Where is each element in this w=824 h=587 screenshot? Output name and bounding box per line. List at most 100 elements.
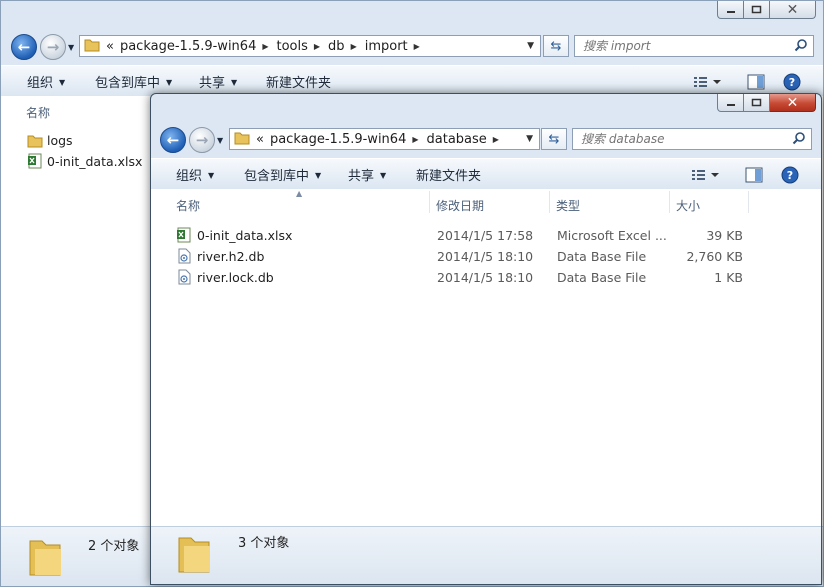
chevron-right-icon[interactable]: ▶: [414, 42, 420, 51]
arrow-right-icon: →: [46, 38, 60, 56]
address-dropdown-icon[interactable]: ▼: [527, 41, 534, 51]
column-divider[interactable]: [429, 191, 430, 213]
file-name: river.lock.db: [197, 269, 274, 285]
view-options-icon[interactable]: [693, 75, 723, 92]
column-header-name[interactable]: 名称: [26, 104, 50, 121]
folder-icon: [84, 37, 100, 56]
file-type: Data Base File: [557, 269, 647, 285]
column-divider[interactable]: [748, 191, 749, 213]
chevron-right-icon[interactable]: ▶: [351, 42, 357, 51]
table-row[interactable]: river.h2.db 2014/1/5 18:10 Data Base Fil…: [176, 246, 746, 266]
breadcrumb-item[interactable]: tools: [277, 39, 308, 54]
back-button[interactable]: ←: [11, 34, 37, 60]
maximize-button[interactable]: [744, 1, 770, 19]
close-button[interactable]: ✕: [770, 1, 816, 19]
organize-menu[interactable]: 组织 ▼: [176, 165, 214, 184]
column-header-modified[interactable]: 修改日期: [436, 197, 484, 214]
breadcrumb-item[interactable]: import: [365, 39, 408, 54]
organize-menu[interactable]: 组织 ▼: [27, 72, 65, 91]
command-bar: 组织 ▼ 包含到库中 ▼ 共享 ▼ 新建文件夹 ?: [151, 158, 821, 190]
search-box[interactable]: [574, 35, 814, 57]
arrow-left-icon: ←: [17, 38, 31, 56]
breadcrumb-item[interactable]: package-1.5.9-win64: [120, 39, 256, 54]
minimize-button[interactable]: [717, 1, 744, 19]
folder-icon: [234, 130, 250, 149]
preview-pane-icon[interactable]: [745, 167, 763, 186]
share-menu[interactable]: 共享 ▼: [199, 72, 237, 91]
close-icon: ✕: [786, 1, 799, 18]
include-library-label: 包含到库中: [95, 75, 161, 91]
column-header-name[interactable]: 名称: [176, 197, 200, 214]
help-icon[interactable]: ?: [783, 73, 801, 94]
include-in-library-menu[interactable]: 包含到库中 ▼: [95, 72, 172, 91]
preview-pane-icon[interactable]: [747, 74, 765, 93]
refresh-button[interactable]: ⇆: [543, 35, 569, 57]
column-header-type[interactable]: 类型: [556, 197, 580, 214]
list-item[interactable]: logs: [27, 130, 73, 150]
column-header-size[interactable]: 大小: [676, 197, 700, 214]
view-controls: ?: [691, 166, 799, 187]
navigation-bar: ← → ▼ « package-1.5.9-win64 ▶ tools ▶ db…: [1, 29, 823, 65]
table-row[interactable]: 0-init_data.xlsx 2014/1/5 17:58 Microsof…: [176, 225, 746, 245]
file-modified: 2014/1/5 17:58: [437, 227, 534, 243]
address-dropdown-icon[interactable]: ▼: [526, 134, 533, 144]
chevron-down-icon: ▼: [166, 77, 173, 87]
refresh-icon: ⇆: [550, 38, 562, 54]
recent-pages-dropdown[interactable]: ▼: [217, 136, 223, 145]
file-type: Microsoft Excel ...: [557, 227, 667, 243]
file-size: 1 KB: [714, 269, 743, 285]
list-item[interactable]: 0-init_data.xlsx: [27, 151, 142, 171]
minimize-icon: [726, 10, 735, 13]
view-controls: ?: [693, 73, 801, 94]
file-list-pane: ▲ 名称 修改日期 类型 大小 0-init_data.xlsx 2014/1/…: [151, 189, 821, 526]
folder-icon: [178, 537, 210, 573]
forward-button[interactable]: →: [40, 34, 66, 60]
view-options-icon[interactable]: [691, 168, 721, 185]
forward-button[interactable]: →: [189, 127, 215, 153]
close-button[interactable]: ✕: [770, 94, 816, 112]
search-input[interactable]: [575, 39, 813, 53]
help-icon[interactable]: ?: [781, 166, 799, 187]
db-file-icon: [178, 269, 191, 285]
maximize-button[interactable]: [744, 94, 770, 112]
restore-icon: [751, 5, 762, 14]
refresh-icon: ⇆: [548, 131, 560, 147]
file-size: 39 KB: [706, 227, 743, 243]
column-divider[interactable]: [669, 191, 670, 213]
excel-file-icon: [28, 153, 42, 169]
breadcrumb-overflow[interactable]: «: [256, 132, 264, 147]
window-controls: ✕: [717, 1, 816, 19]
back-button[interactable]: ←: [160, 127, 186, 153]
chevron-down-icon: ▼: [231, 77, 238, 87]
chevron-right-icon[interactable]: ▶: [412, 135, 418, 144]
svg-text:?: ?: [789, 76, 795, 89]
search-input[interactable]: [573, 132, 811, 146]
chevron-right-icon[interactable]: ▶: [493, 135, 499, 144]
recent-pages-dropdown[interactable]: ▼: [68, 43, 74, 52]
new-folder-button[interactable]: 新建文件夹: [266, 72, 331, 91]
file-name: river.h2.db: [197, 248, 265, 264]
chevron-down-icon: ▼: [208, 170, 215, 180]
search-box[interactable]: [572, 128, 812, 150]
svg-text:?: ?: [787, 169, 793, 182]
breadcrumb-item[interactable]: database: [427, 132, 487, 147]
address-bar[interactable]: « package-1.5.9-win64 ▶ database ▶ ▼: [229, 128, 540, 150]
share-menu[interactable]: 共享 ▼: [348, 165, 386, 184]
address-bar[interactable]: « package-1.5.9-win64 ▶ tools ▶ db ▶ imp…: [79, 35, 541, 57]
refresh-button[interactable]: ⇆: [541, 128, 567, 150]
chevron-right-icon[interactable]: ▶: [314, 42, 320, 51]
column-divider[interactable]: [549, 191, 550, 213]
chevron-down-icon: ▼: [315, 170, 322, 180]
organize-label: 组织: [27, 75, 54, 91]
breadcrumb-item[interactable]: db: [328, 39, 345, 54]
file-name: 0-init_data.xlsx: [47, 153, 143, 169]
breadcrumb-item[interactable]: package-1.5.9-win64: [270, 132, 406, 147]
table-row[interactable]: river.lock.db 2014/1/5 18:10 Data Base F…: [176, 267, 746, 287]
chevron-right-icon[interactable]: ▶: [262, 42, 268, 51]
breadcrumb-overflow[interactable]: «: [106, 39, 114, 54]
new-folder-button[interactable]: 新建文件夹: [416, 165, 481, 184]
explorer-window-database: ✕ ← → ▼ « package-1.5.9-win64 ▶ database…: [150, 93, 822, 585]
include-library-label: 包含到库中: [244, 168, 310, 184]
include-in-library-menu[interactable]: 包含到库中 ▼: [244, 165, 321, 184]
minimize-button[interactable]: [717, 94, 744, 112]
